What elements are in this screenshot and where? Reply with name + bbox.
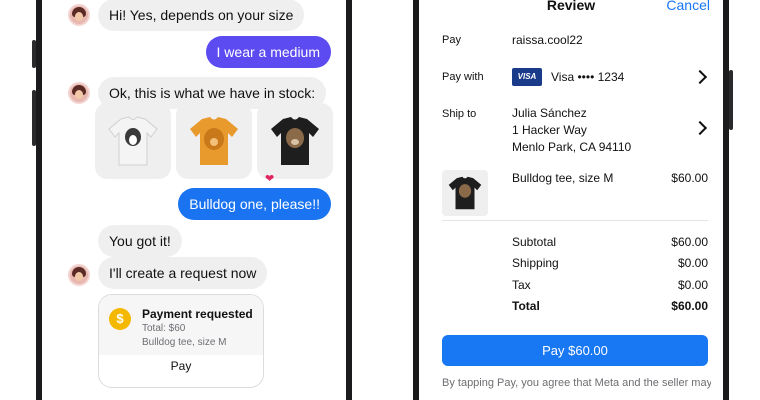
shipping-label: Shipping: [512, 256, 559, 270]
avatar[interactable]: [68, 264, 90, 286]
tax-label: Tax: [512, 278, 531, 292]
chevron-right-icon[interactable]: [692, 69, 708, 85]
payment-request-total: Total: $60: [142, 323, 186, 334]
tshirt-icon: [190, 117, 238, 165]
visa-card-icon: VISA: [512, 68, 542, 86]
item-price: $60.00: [671, 171, 708, 185]
review-screen: Review Cancel Pay raissa.cool22 Pay with…: [419, 0, 723, 400]
chevron-right-icon[interactable]: [692, 120, 708, 136]
total-value: $60.00: [671, 299, 708, 313]
side-button: [32, 90, 36, 146]
pay-button[interactable]: Pay $60.00: [442, 335, 708, 366]
tshirt-icon: [108, 116, 158, 166]
product-thumbnail[interactable]: [257, 103, 333, 179]
tax-value: $0.00: [677, 278, 708, 292]
payment-request-pay-button[interactable]: Pay: [99, 359, 263, 373]
stage: Hi! Yes, depends on your size I wear a m…: [0, 0, 760, 400]
avatar[interactable]: [68, 82, 90, 104]
heart-reaction-icon: ❤: [265, 173, 275, 185]
dollar-coin-icon: $: [109, 308, 131, 330]
review-phone: Review Cancel Pay raissa.cool22 Pay with…: [413, 0, 733, 400]
product-thumbnail[interactable]: [176, 103, 252, 179]
legal-text: By tapping Pay, you agree that Meta and …: [442, 377, 711, 389]
side-button: [729, 70, 733, 130]
subtotal-value: $60.00: [671, 235, 708, 249]
card-value[interactable]: Visa •••• 1234: [551, 69, 624, 86]
payment-request-title: Payment requested: [142, 307, 253, 321]
shipping-value: $0.00: [677, 256, 708, 270]
message-bubble-outgoing[interactable]: I wear a medium: [205, 36, 331, 68]
product-thumbnail[interactable]: [95, 103, 171, 179]
payment-request-card[interactable]: $ Payment requested Total: $60 Bulldog t…: [98, 294, 264, 388]
message-bubble-incoming[interactable]: You got it!: [98, 225, 182, 257]
pay-with-label: Pay with: [442, 71, 484, 83]
ship-street: 1 Hacker Way: [512, 123, 587, 137]
message-bubble-outgoing[interactable]: Bulldog one, please!!: [178, 188, 331, 220]
ship-to-label: Ship to: [442, 108, 477, 120]
ship-city: Menlo Park, CA 94110: [512, 140, 632, 154]
message-bubble-incoming[interactable]: Hi! Yes, depends on your size: [98, 0, 305, 31]
message-bubble-incoming[interactable]: I'll create a request now: [98, 257, 268, 289]
pay-label: Pay: [442, 34, 461, 46]
tshirt-icon: [448, 176, 482, 210]
avatar[interactable]: [68, 4, 90, 26]
side-button: [32, 40, 36, 68]
ship-name: Julia Sánchez: [512, 106, 587, 120]
payment-request-item: Bulldog tee, size M: [142, 337, 227, 348]
total-label: Total: [512, 299, 540, 313]
cancel-button[interactable]: Cancel: [666, 0, 710, 13]
subtotal-label: Subtotal: [512, 235, 557, 249]
item-name: Bulldog tee, size M: [512, 171, 614, 185]
divider: [442, 220, 708, 221]
chat-screen: Hi! Yes, depends on your size I wear a m…: [42, 0, 346, 400]
pay-recipient: raissa.cool22: [512, 33, 583, 47]
chat-phone: Hi! Yes, depends on your size I wear a m…: [32, 0, 352, 400]
product-thumbnail: [442, 170, 488, 216]
tshirt-icon: [271, 117, 319, 165]
